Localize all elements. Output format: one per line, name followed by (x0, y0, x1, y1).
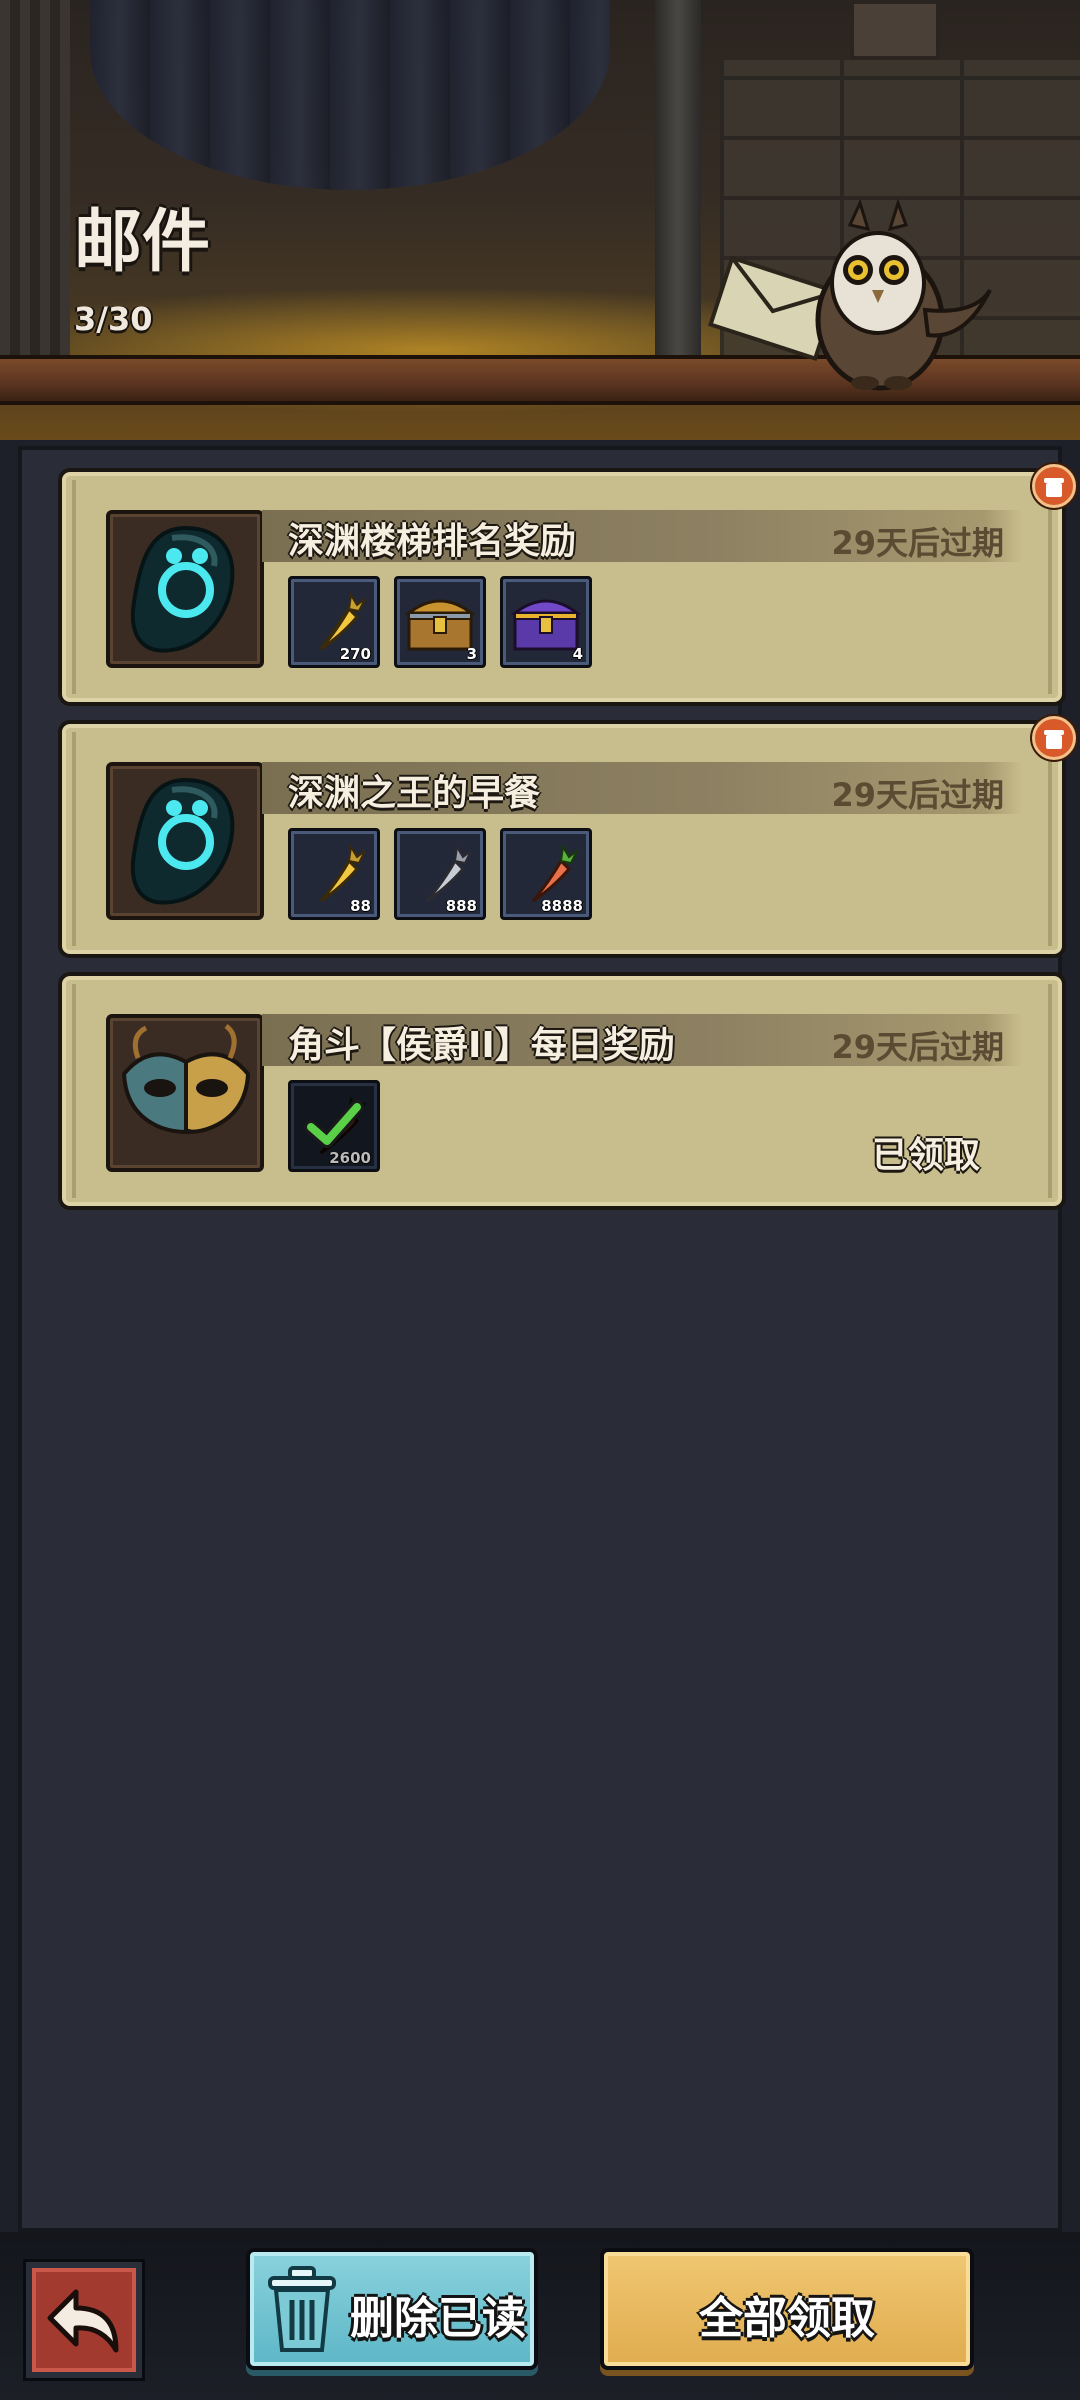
abyss-stone-icon (106, 762, 264, 920)
reward-qty: 8888 (541, 897, 583, 915)
reward-qty: 88 (350, 897, 371, 915)
reward-qty: 3 (466, 645, 477, 663)
reward-qty: 2600 (329, 1149, 371, 1167)
claim-all-button[interactable]: 全部领取 (600, 2248, 974, 2370)
stone-pillar (0, 0, 70, 400)
mail-list-panel: 深渊楼梯排名奖励 29天后过期 270 3 4 深渊之王的早餐 29天后过期 8… (18, 446, 1076, 2232)
mail-item[interactable]: 角斗【侯爵II】每日奖励 29天后过期 2600 已领取 (58, 972, 1066, 1210)
mail-item[interactable]: 深渊楼梯排名奖励 29天后过期 270 3 4 (58, 464, 1076, 706)
carrot-claimed-icon[interactable]: 2600 (288, 1080, 380, 1172)
wooden-chest-icon[interactable]: 3 (394, 576, 486, 668)
mail-count: 3/30 (74, 300, 153, 338)
expire-text: 29天后过期 (831, 1028, 1004, 1066)
silver-carrot-icon[interactable]: 888 (394, 828, 486, 920)
pipe-decoration (655, 0, 701, 370)
reward-list: 270 3 4 (288, 576, 592, 668)
golden-carrot-icon[interactable]: 88 (288, 828, 380, 920)
abyss-stone-icon (106, 510, 264, 668)
hanging-sign-decoration (850, 0, 940, 60)
page-title: 邮件 (74, 203, 211, 282)
delete-read-button[interactable]: 删除已读 (246, 2248, 538, 2370)
reward-qty: 4 (572, 645, 583, 663)
gift-badge-icon (1032, 716, 1076, 760)
mail-title: 深渊楼梯排名奖励 (288, 521, 577, 562)
delete-read-label: 删除已读 (350, 2293, 526, 2344)
orange-carrot-icon[interactable]: 8888 (500, 828, 592, 920)
claim-all-label: 全部领取 (699, 2293, 875, 2344)
mail-title: 角斗【侯爵II】每日奖励 (288, 1025, 675, 1066)
reward-qty: 888 (445, 897, 477, 915)
purple-chest-icon[interactable]: 4 (500, 576, 592, 668)
expire-text: 29天后过期 (831, 776, 1004, 814)
back-button[interactable] (26, 2262, 142, 2378)
owl-mascot-icon (708, 198, 992, 391)
gift-badge-icon (1032, 464, 1076, 508)
trash-icon (268, 2266, 336, 2352)
reward-qty: 270 (339, 645, 371, 663)
expire-text: 29天后过期 (831, 524, 1004, 562)
reward-list: 2600 (288, 1080, 380, 1172)
golden-carrot-icon[interactable]: 270 (288, 576, 380, 668)
gladiator-mask-icon (106, 1014, 264, 1172)
mail-title: 深渊之王的早餐 (288, 773, 541, 814)
header-scene: 邮件 3/30 (0, 0, 1080, 440)
back-arrow-icon (47, 2289, 119, 2353)
claimed-status: 已领取 (871, 1135, 980, 1176)
reward-list: 88 888 8888 (288, 828, 592, 920)
curtain-decoration (90, 0, 610, 190)
mail-item[interactable]: 深渊之王的早餐 29天后过期 88 888 8888 (58, 716, 1076, 958)
